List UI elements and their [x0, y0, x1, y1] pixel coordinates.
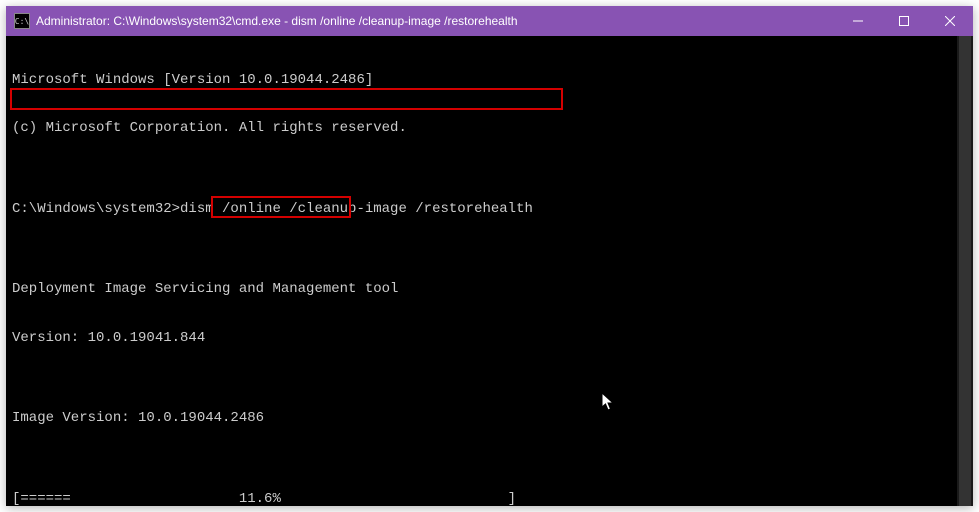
progress-line: [====== 11.6% ] [12, 491, 967, 506]
minimize-button[interactable] [835, 6, 881, 36]
cmd-icon: C:\ [14, 13, 30, 29]
copyright-line: (c) Microsoft Corporation. All rights re… [12, 120, 967, 136]
image-version-line: Image Version: 10.0.19044.2486 [12, 410, 967, 426]
dism-version-line: Version: 10.0.19041.844 [12, 330, 967, 346]
minimize-icon [853, 16, 863, 26]
window-title: Administrator: C:\Windows\system32\cmd.e… [36, 14, 835, 28]
maximize-button[interactable] [881, 6, 927, 36]
cmd-window: C:\ Administrator: C:\Windows\system32\c… [6, 6, 973, 506]
scrollbar-thumb[interactable] [959, 36, 971, 506]
titlebar: C:\ Administrator: C:\Windows\system32\c… [6, 6, 973, 36]
close-icon [945, 16, 955, 26]
close-button[interactable] [927, 6, 973, 36]
titlebar-controls [835, 6, 973, 36]
vertical-scrollbar[interactable] [957, 36, 973, 506]
prompt-command-line: C:\Windows\system32>dism /online /cleanu… [12, 201, 967, 217]
command-highlight-box [10, 88, 563, 110]
mouse-cursor-icon [551, 376, 617, 435]
version-line: Microsoft Windows [Version 10.0.19044.24… [12, 72, 967, 88]
dism-title-line: Deployment Image Servicing and Managemen… [12, 281, 967, 297]
console-output[interactable]: Microsoft Windows [Version 10.0.19044.24… [6, 36, 973, 506]
maximize-icon [899, 16, 909, 26]
